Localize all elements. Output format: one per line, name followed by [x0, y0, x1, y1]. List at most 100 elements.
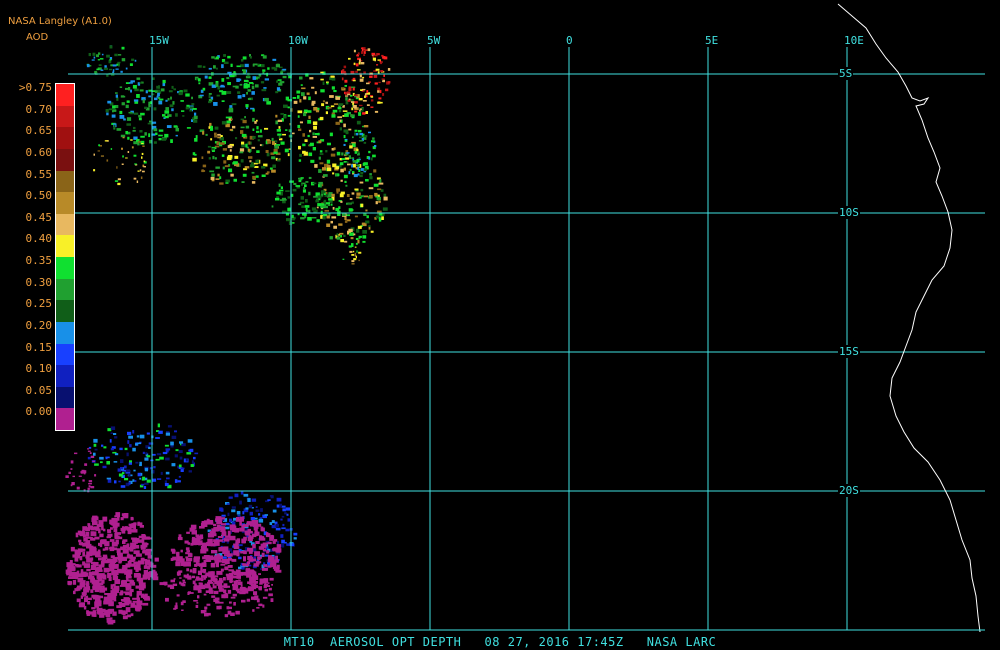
aod-pixel — [113, 433, 117, 435]
aod-pixel — [252, 558, 256, 562]
aod-pixel — [89, 452, 92, 454]
aod-pixel — [176, 553, 180, 556]
aod-pixel — [112, 105, 116, 109]
aod-pixel — [358, 140, 363, 142]
aod-pixel — [286, 218, 291, 222]
aod-pixel — [208, 94, 211, 99]
aod-pixel — [251, 85, 255, 90]
aod-pixel — [258, 513, 261, 516]
aod-pixel — [311, 100, 316, 104]
aod-pixel — [301, 177, 304, 179]
aod-pixel — [181, 609, 184, 611]
aod-pixel — [276, 129, 281, 132]
aod-pixel — [360, 89, 363, 91]
aod-pixel — [348, 228, 353, 232]
aod-pixel — [123, 591, 130, 594]
aod-pixel — [340, 200, 343, 203]
aod-pixel — [106, 617, 113, 620]
aod-pixel — [186, 127, 191, 129]
aod-pixel — [263, 564, 268, 567]
aod-pixel — [352, 160, 356, 163]
aod-pixel — [234, 155, 239, 159]
aod-pixel — [261, 552, 265, 557]
aod-pixel — [115, 94, 118, 98]
aod-pixel — [83, 538, 88, 542]
aod-pixel — [330, 153, 336, 157]
aod-pixel — [164, 110, 170, 114]
aod-pixel — [106, 477, 111, 480]
aod-pixel — [227, 71, 232, 74]
aod-pixel — [122, 155, 124, 158]
aod-pixel — [93, 56, 96, 59]
aod-pixel — [279, 81, 285, 84]
aod-pixel — [308, 209, 311, 213]
aod-pixel — [180, 601, 184, 606]
aod-pixel — [336, 236, 341, 240]
aod-pixel — [245, 104, 249, 108]
aod-pixel — [239, 527, 245, 532]
aod-pixel — [116, 548, 121, 553]
aod-pixel — [326, 215, 330, 219]
aod-pixel — [128, 547, 134, 551]
aod-pixel — [345, 150, 349, 153]
aod-pixel — [364, 51, 366, 54]
aod-pixel — [138, 560, 144, 565]
aod-pixel — [348, 57, 351, 60]
colorbar-tick-label: 0.20 — [25, 318, 53, 332]
aod-pixel — [354, 129, 358, 132]
aod-pixel — [171, 435, 177, 439]
aod-pixel — [93, 518, 96, 521]
aod-pixel — [220, 563, 226, 566]
aod-pixel — [140, 135, 145, 138]
aod-pixel — [112, 544, 116, 547]
aod-pixel — [191, 575, 195, 579]
aod-pixel — [211, 56, 215, 59]
aod-pixel — [187, 439, 193, 443]
aod-pixel — [282, 68, 287, 71]
aod-pixel — [201, 156, 204, 159]
aod-pixel — [356, 69, 361, 71]
aod-pixel — [300, 84, 303, 86]
aod-pixel — [309, 77, 314, 80]
aod-pixel — [362, 235, 367, 239]
aod-pixel — [72, 554, 77, 558]
aod-pixel — [226, 156, 232, 161]
aod-pixel — [286, 513, 289, 516]
aod-pixel — [217, 85, 220, 90]
aod-pixel — [227, 530, 231, 536]
aod-pixel — [111, 114, 116, 118]
aod-pixel — [313, 107, 318, 111]
aod-pixel — [229, 601, 232, 604]
aod-pixel — [351, 192, 355, 195]
aod-pixel — [267, 582, 270, 584]
aod-pixel — [94, 526, 100, 531]
aod-pixel — [235, 137, 238, 140]
aod-pixel — [316, 219, 320, 223]
aod-pixel — [231, 103, 237, 106]
aod-pixel — [139, 169, 142, 172]
aod-pixel — [378, 182, 384, 185]
aod-pixel — [308, 191, 311, 196]
aod-pixel — [108, 601, 114, 607]
aod-pixel — [211, 147, 215, 151]
aod-pixel — [202, 164, 207, 168]
aod-pixel — [370, 106, 374, 108]
aod-pixel — [351, 209, 354, 211]
aod-pixel — [258, 603, 263, 607]
aod-pixel — [375, 215, 380, 219]
aod-pixel — [120, 485, 126, 488]
aod-pixel — [372, 154, 376, 158]
aod-pixel — [191, 96, 193, 100]
aod-pixel — [115, 539, 119, 545]
aod-pixel — [338, 109, 342, 113]
aod-pixel — [272, 559, 279, 563]
aod-pixel — [125, 104, 129, 109]
aod-pixel — [304, 205, 310, 208]
aod-pixel — [272, 566, 278, 570]
variable-label: AOD — [26, 32, 49, 43]
aod-pixel — [252, 522, 258, 526]
aod-pixel — [349, 143, 352, 145]
aod-pixel — [375, 68, 380, 71]
aod-pixel — [236, 588, 240, 591]
aod-pixel — [162, 451, 168, 455]
